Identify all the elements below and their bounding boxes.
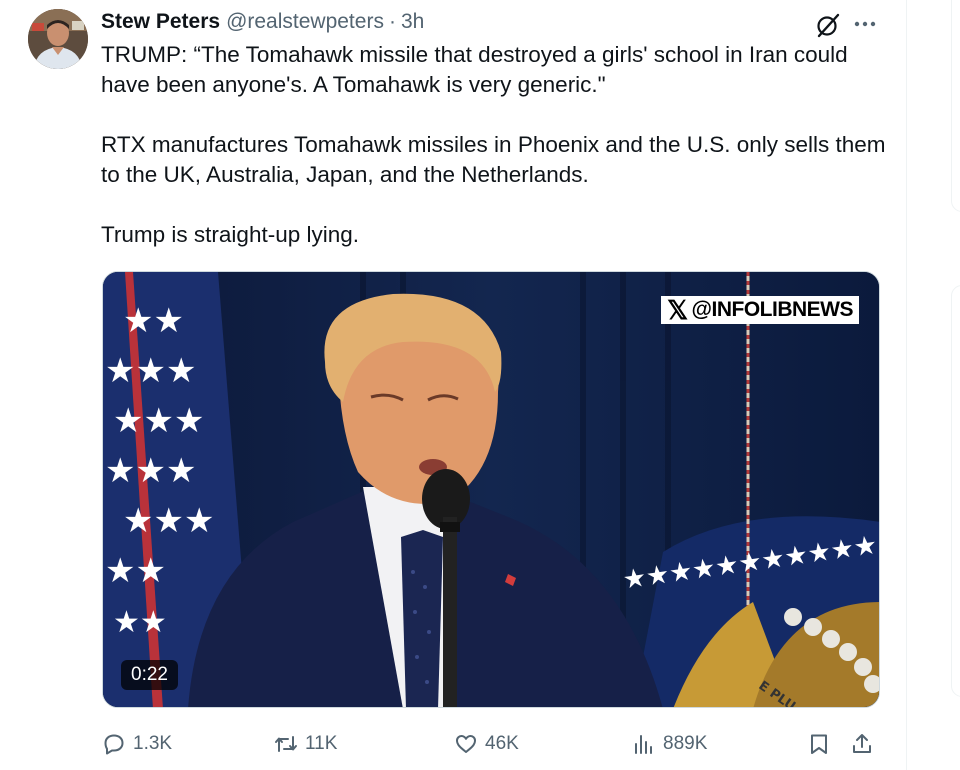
svg-text:★★: ★★ <box>113 605 167 640</box>
share-icon <box>853 734 871 753</box>
tweet-header: Stew Peters @realstewpeters · 3h <box>101 9 424 35</box>
x-logo-icon: 𝕏 <box>667 295 688 325</box>
header-separator: · <box>388 10 396 33</box>
watermark-label: @INFOLIBNEWS <box>691 298 854 321</box>
timestamp[interactable]: 3h <box>401 10 424 34</box>
grok-icon[interactable] <box>814 11 842 39</box>
tweet-paragraph: TRUMP: “The Tomahawk missile that destro… <box>101 42 848 97</box>
tweet-actions: 1.3K 11K 46K 889K <box>102 728 880 760</box>
svg-text:★★★: ★★★ <box>105 451 196 491</box>
tweet-paragraph: Trump is straight-up lying. <box>101 222 360 247</box>
retweet-icon <box>275 736 297 752</box>
retweet-count: 11K <box>305 733 338 754</box>
reply-button[interactable]: 1.3K <box>102 728 172 760</box>
reply-count: 1.3K <box>133 733 173 754</box>
like-count: 46K <box>485 733 519 754</box>
heart-icon <box>456 735 476 753</box>
retweet-button[interactable]: 11K <box>274 728 337 760</box>
svg-text:★★★: ★★★ <box>105 351 196 391</box>
svg-text:★★★: ★★★ <box>113 401 204 441</box>
share-button[interactable] <box>850 728 874 760</box>
more-icon[interactable] <box>851 14 879 34</box>
video-frame: ★★ ★★★ ★★★ ★★★ ★★★ ★★ ★★ ★★★★★★★★★★★ E P… <box>103 272 879 707</box>
video-player[interactable]: ★★ ★★★ ★★★ ★★★ ★★★ ★★ ★★ ★★★★★★★★★★★ E P… <box>102 271 880 708</box>
view-count: 889K <box>663 733 708 754</box>
svg-text:★★: ★★ <box>105 551 166 591</box>
avatar[interactable] <box>28 9 88 69</box>
bookmark-icon <box>811 734 827 754</box>
video-watermark: 𝕏 @INFOLIBNEWS <box>661 296 859 324</box>
like-button[interactable]: 46K <box>454 728 519 760</box>
tweet-text: TRUMP: “The Tomahawk missile that destro… <box>101 40 891 250</box>
display-name[interactable]: Stew Peters <box>101 10 220 34</box>
video-duration: 0:22 <box>121 660 178 690</box>
sidebar-card <box>951 0 960 212</box>
svg-text:★★★: ★★★ <box>123 501 214 541</box>
reply-icon <box>104 734 124 755</box>
tweet-paragraph: RTX manufactures Tomahawk missiles in Ph… <box>101 132 886 187</box>
user-handle[interactable]: @realstewpeters <box>226 10 384 34</box>
views-button[interactable]: 889K <box>632 728 707 760</box>
right-sidebar-edge <box>948 0 960 770</box>
sidebar-card <box>951 285 960 697</box>
svg-text:★★: ★★ <box>123 301 184 341</box>
bookmark-button[interactable] <box>807 728 831 760</box>
views-icon <box>635 735 652 754</box>
